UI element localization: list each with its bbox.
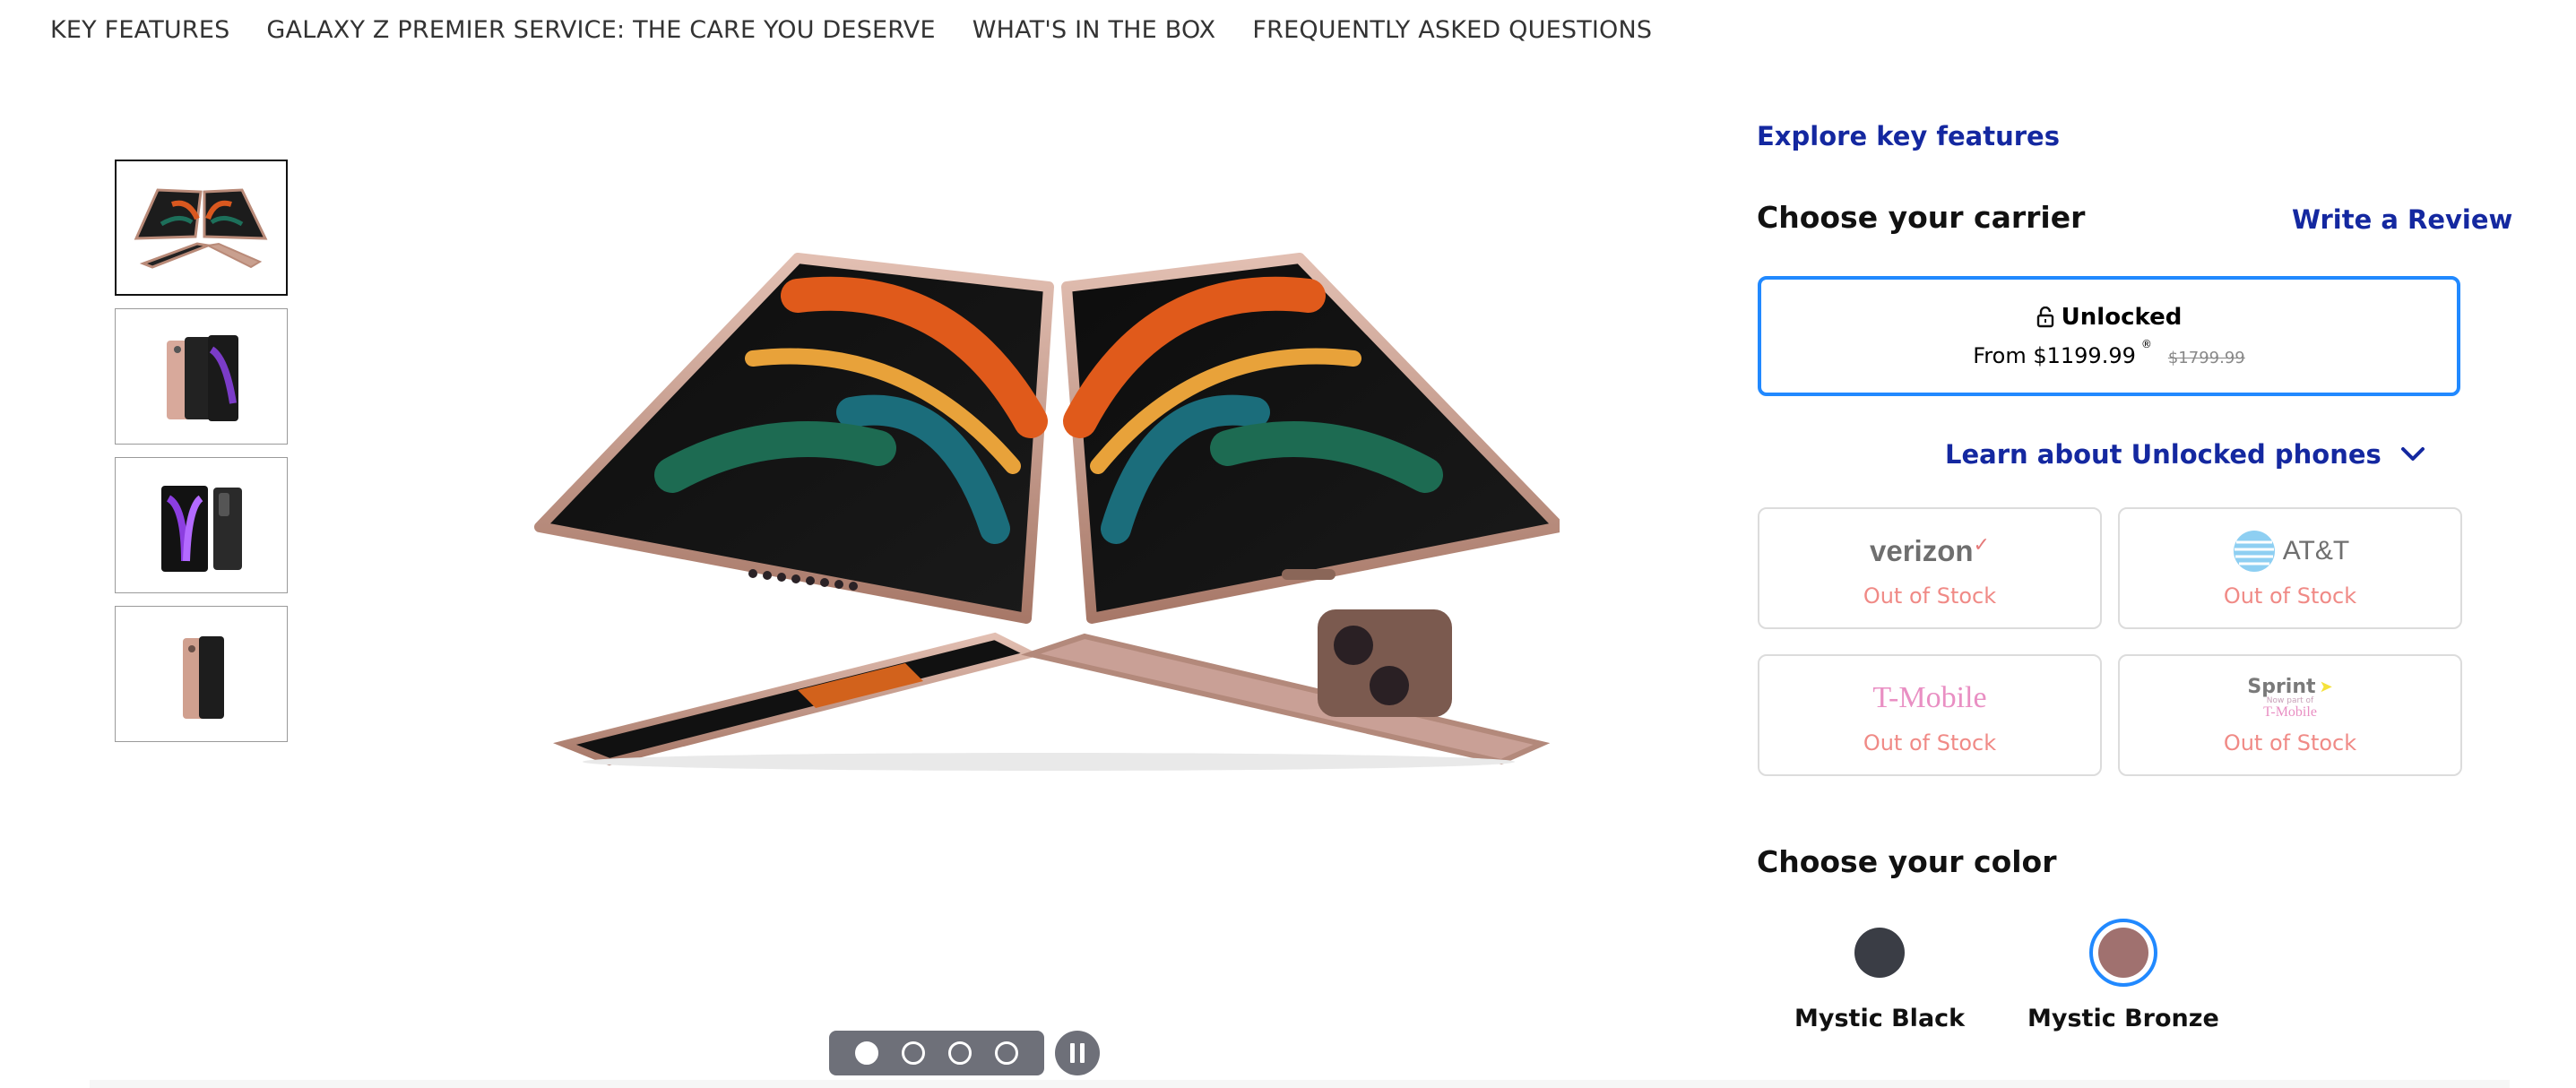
unlocked-label: Unlocked [2061, 304, 2183, 331]
thumbnail-image [160, 486, 242, 572]
color-option-mystic-bronze[interactable]: Mystic Bronze [2027, 919, 2219, 1032]
divider [90, 1080, 2510, 1088]
color-option-mystic-black[interactable]: Mystic Black [1794, 919, 1965, 1032]
carrier-option-sprint[interactable]: Sprint ➤ Now part of T-Mobile Out of Sto… [2118, 654, 2462, 776]
tmobile-logo: T-Mobile [1872, 681, 1987, 714]
hero-product-image [529, 242, 1565, 771]
color-label: Mystic Black [1794, 1005, 1966, 1032]
lock-icon [2036, 307, 2053, 328]
carousel-dot-3[interactable] [948, 1041, 972, 1065]
carousel-pause-button[interactable] [1055, 1031, 1100, 1075]
carrier-status: Out of Stock [1863, 583, 1997, 609]
checkmark-icon: ✓ [1973, 533, 1990, 557]
carrier-status: Out of Stock [2223, 583, 2357, 609]
unlocked-price: From $1199.99 [1973, 343, 2136, 368]
thumbnail-image [134, 188, 267, 269]
thumbnail-1[interactable] [115, 160, 288, 296]
pause-icon [1070, 1043, 1075, 1063]
carrier-option-att[interactable]: AT&T Out of Stock [2118, 507, 2462, 629]
carrier-option-verizon[interactable]: verizon ✓ Out of Stock [1758, 507, 2102, 629]
sprint-wing-icon: ➤ [2319, 677, 2333, 696]
color-heading: Choose your color [1757, 844, 2057, 879]
carrier-status: Out of Stock [1863, 730, 1997, 756]
color-swatch [1854, 928, 1906, 978]
att-logo: AT&T [2231, 528, 2349, 574]
nav-whats-in-box[interactable]: WHAT'S IN THE BOX [972, 16, 1216, 56]
carousel-dot-1[interactable] [855, 1041, 878, 1065]
section-nav: KEY FEATURES GALAXY Z PREMIER SERVICE: T… [50, 16, 1689, 56]
nav-key-features[interactable]: KEY FEATURES [50, 16, 229, 56]
explore-key-features-link[interactable]: Explore key features [1757, 121, 2060, 151]
carrier-status: Out of Stock [2223, 730, 2357, 756]
thumbnail-image [182, 636, 224, 719]
carousel-dot-2[interactable] [902, 1041, 925, 1065]
thumbnail-2[interactable] [115, 308, 288, 445]
carrier-option-unlocked[interactable]: Unlocked From $1199.99 ® $1799.99 [1758, 276, 2460, 396]
color-label: Mystic Bronze [2027, 1005, 2219, 1032]
learn-unlocked-link[interactable]: Learn about Unlocked phones [1945, 439, 2426, 470]
nav-faq[interactable]: FREQUENTLY ASKED QUESTIONS [1252, 16, 1652, 56]
carousel-dots [829, 1031, 1044, 1075]
thumbnail-3[interactable] [115, 457, 288, 593]
verizon-logo: verizon ✓ [1870, 533, 1990, 568]
sprint-logo: Sprint ➤ Now part of T-Mobile [2247, 675, 2333, 720]
chevron-down-icon [2400, 447, 2425, 461]
thumbnail-list [115, 160, 288, 755]
price-footnote-marker: ® [2140, 338, 2152, 350]
unlocked-old-price: $1799.99 [2167, 349, 2245, 367]
learn-unlocked-label: Learn about Unlocked phones [1945, 439, 2382, 470]
nav-premier-service[interactable]: GALAXY Z PREMIER SERVICE: THE CARE YOU D… [266, 16, 935, 56]
thumbnail-image [166, 335, 238, 421]
color-swatch [2097, 928, 2148, 978]
carrier-heading: Choose your carrier [1757, 200, 2086, 235]
write-review-link[interactable]: Write a Review [2292, 204, 2512, 235]
carousel-controls [829, 1031, 1100, 1075]
att-globe-icon [2233, 531, 2275, 572]
carousel-dot-4[interactable] [995, 1041, 1018, 1065]
thumbnail-4[interactable] [115, 606, 288, 742]
carrier-option-tmobile[interactable]: T-Mobile Out of Stock [1758, 654, 2102, 776]
